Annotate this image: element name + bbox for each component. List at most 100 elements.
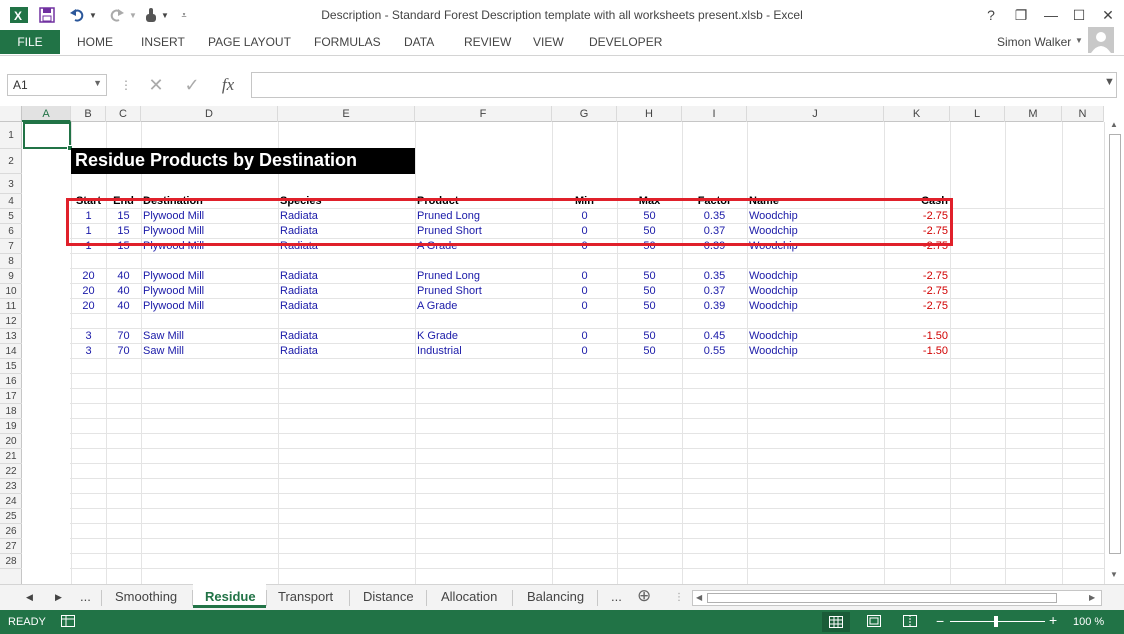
redo-dropdown-icon[interactable]: ▼ [128, 5, 138, 25]
cancel-entry-icon[interactable]: ✕ [138, 75, 174, 96]
row-header-2[interactable]: 2 [0, 149, 22, 174]
table-cell-product[interactable]: K Grade [417, 329, 550, 344]
table-cell-destination[interactable]: Plywood Mill [143, 284, 276, 299]
sheet-tab-allocation[interactable]: Allocation [441, 589, 497, 604]
row-header-16[interactable]: 16 [0, 374, 22, 389]
touch-mode-icon[interactable] [142, 5, 160, 25]
redo-icon[interactable] [106, 5, 128, 25]
zoom-out-button[interactable]: − [936, 613, 944, 629]
row-header-28[interactable]: 28 [0, 554, 22, 569]
sheet-tab-balancing[interactable]: Balancing [527, 589, 584, 604]
undo-dropdown-icon[interactable]: ▼ [88, 5, 98, 25]
column-header-l[interactable]: L [950, 106, 1005, 122]
tab-split-grip-icon[interactable]: ⋮ [674, 592, 684, 603]
new-sheet-icon[interactable]: ⊕ [637, 586, 651, 606]
account-dropdown-icon[interactable]: ▼ [1075, 36, 1083, 45]
ribbon-display-options-icon[interactable]: ❐ [1008, 4, 1034, 26]
name-box[interactable]: A1 ▼ [7, 74, 107, 96]
table-cell-name[interactable]: Woodchip [749, 284, 882, 299]
column-header-c[interactable]: C [106, 106, 141, 122]
cell-area[interactable]: Residue Products by Destination Start End… [23, 122, 1104, 584]
more-sheets-left-button[interactable]: ... [80, 589, 91, 604]
expand-formula-bar-icon[interactable]: ▼ [1104, 76, 1115, 88]
table-cell-max[interactable]: 50 [619, 299, 680, 314]
enter-entry-icon[interactable]: ✓ [174, 75, 210, 96]
close-button[interactable]: ✕ [1095, 4, 1121, 26]
row-header-3[interactable]: 3 [0, 174, 22, 194]
row-header-20[interactable]: 20 [0, 434, 22, 449]
row-header-1[interactable]: 1 [0, 122, 22, 149]
column-header-b[interactable]: B [71, 106, 106, 122]
column-header-f[interactable]: F [415, 106, 552, 122]
table-cell-end[interactable]: 40 [108, 284, 139, 299]
table-cell-start[interactable]: 3 [73, 329, 104, 344]
table-cell-min[interactable]: 0 [554, 344, 615, 359]
maximize-button[interactable]: ☐ [1066, 4, 1092, 26]
sheet-tab-transport[interactable]: Transport [278, 589, 333, 604]
table-cell-cash[interactable]: -2.75 [886, 299, 948, 314]
tab-page-layout[interactable]: PAGE LAYOUT [208, 35, 291, 49]
account-user-name[interactable]: Simon Walker [997, 35, 1071, 49]
table-cell-species[interactable]: Radiata [280, 344, 413, 359]
save-icon[interactable] [36, 5, 58, 25]
row-header-22[interactable]: 22 [0, 464, 22, 479]
row-header-6[interactable]: 6 [0, 224, 22, 239]
scroll-up-icon[interactable]: ▲ [1110, 120, 1118, 129]
touch-dropdown-icon[interactable]: ▼ [160, 5, 170, 25]
table-cell-max[interactable]: 50 [619, 344, 680, 359]
table-cell-product[interactable]: Pruned Short [417, 284, 550, 299]
table-cell-product[interactable]: A Grade [417, 299, 550, 314]
column-header-m[interactable]: M [1005, 106, 1062, 122]
scroll-left-icon[interactable]: ◀ [696, 593, 702, 602]
table-cell-end[interactable]: 70 [108, 329, 139, 344]
table-cell-factor[interactable]: 0.45 [684, 329, 745, 344]
zoom-level[interactable]: 100 % [1073, 616, 1104, 628]
table-cell-end[interactable]: 70 [108, 344, 139, 359]
table-cell-min[interactable]: 0 [554, 284, 615, 299]
table-cell-destination[interactable]: Saw Mill [143, 329, 276, 344]
row-header-19[interactable]: 19 [0, 419, 22, 434]
column-header-h[interactable]: H [617, 106, 682, 122]
table-cell-name[interactable]: Woodchip [749, 344, 882, 359]
sheet-tab-residue[interactable]: Residue [205, 589, 256, 604]
column-header-g[interactable]: G [552, 106, 617, 122]
column-header-a[interactable]: A [22, 106, 71, 122]
tab-insert[interactable]: INSERT [141, 35, 185, 49]
row-header-7[interactable]: 7 [0, 239, 22, 254]
table-cell-cash[interactable]: -2.75 [886, 269, 948, 284]
row-header-11[interactable]: 11 [0, 299, 22, 314]
table-cell-min[interactable]: 0 [554, 329, 615, 344]
vertical-scrollbar[interactable]: ▲ ▼ [1104, 120, 1124, 584]
table-cell-start[interactable]: 3 [73, 344, 104, 359]
tab-home[interactable]: HOME [77, 35, 113, 49]
table-cell-name[interactable]: Woodchip [749, 329, 882, 344]
prev-sheet-icon[interactable]: ◀ [26, 592, 33, 603]
table-cell-max[interactable]: 50 [619, 269, 680, 284]
page-break-view-icon[interactable] [902, 614, 918, 628]
table-cell-destination[interactable]: Plywood Mill [143, 269, 276, 284]
row-header-10[interactable]: 10 [0, 284, 22, 299]
table-cell-product[interactable]: Pruned Long [417, 269, 550, 284]
table-cell-start[interactable]: 20 [73, 284, 104, 299]
row-header-18[interactable]: 18 [0, 404, 22, 419]
row-header-9[interactable]: 9 [0, 269, 22, 284]
table-cell-destination[interactable]: Saw Mill [143, 344, 276, 359]
page-layout-view-icon[interactable] [866, 614, 882, 628]
row-header-4[interactable]: 4 [0, 194, 22, 209]
table-cell-species[interactable]: Radiata [280, 299, 413, 314]
row-header-25[interactable]: 25 [0, 509, 22, 524]
column-header-j[interactable]: J [747, 106, 884, 122]
tab-view[interactable]: VIEW [533, 35, 564, 49]
table-cell-cash[interactable]: -1.50 [886, 344, 948, 359]
help-button[interactable]: ? [978, 4, 1004, 26]
macro-record-icon[interactable] [60, 614, 76, 628]
sheet-title[interactable]: Residue Products by Destination [71, 148, 415, 174]
table-cell-max[interactable]: 50 [619, 329, 680, 344]
row-header-5[interactable]: 5 [0, 209, 22, 224]
table-cell-min[interactable]: 0 [554, 299, 615, 314]
table-cell-factor[interactable]: 0.39 [684, 299, 745, 314]
row-header-17[interactable]: 17 [0, 389, 22, 404]
table-cell-product[interactable]: Industrial [417, 344, 550, 359]
scroll-right-icon[interactable]: ▶ [1089, 593, 1095, 602]
table-cell-name[interactable]: Woodchip [749, 299, 882, 314]
